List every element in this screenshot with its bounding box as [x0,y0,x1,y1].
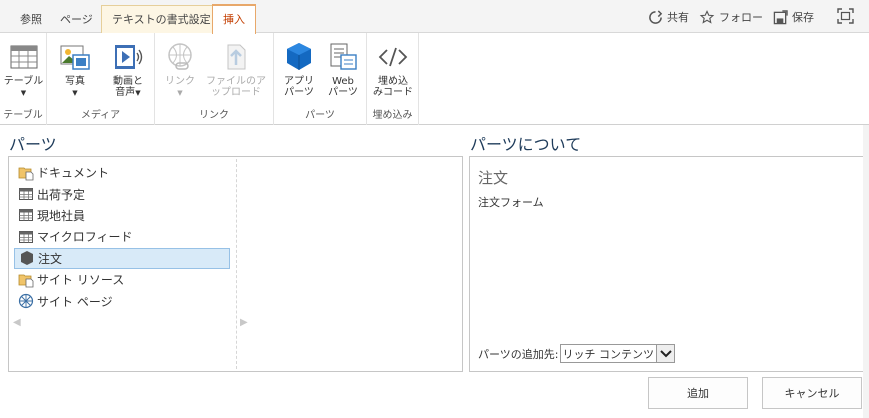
wiki-icon [18,293,34,309]
link-button-label: リンク [165,76,195,87]
chevron-down-icon: ▼ [72,89,78,97]
web-part-button[interactable]: Web パーツ [322,37,364,98]
share-label: 共有 [667,11,689,24]
part-item-label: サイト ページ [37,294,113,309]
photo-button[interactable]: 写真 ▼ [55,37,95,99]
app-part-label-2: パーツ [284,87,314,98]
part-item-orders[interactable]: 注文 [14,247,230,269]
ribbon-group-link: リンク ▼ ファイルのア ップロード リンク [155,33,274,125]
chevron-down-icon: ▼ [135,89,141,97]
scrollbar[interactable] [863,125,869,418]
part-item-label: マイクロフィード [37,230,133,245]
selected-part-name: 注文 [478,169,509,187]
list-icon [19,188,33,201]
ribbon-tab-bar: 参照 ページ テキストの書式設定 挿入 共有 フォロー 保存 [0,0,869,34]
video-audio-label-2: 音声 [115,87,136,98]
add-part-to: パーツの追加先: リッチ コンテンツ [478,344,675,363]
part-item-label: ドキュメント [37,166,110,181]
table-button-label: テーブル [3,76,44,87]
part-item-label: サイト リソース [37,273,125,288]
list-icon [19,230,33,243]
selected-part-description: 注文フォーム [478,196,544,209]
video-audio-button[interactable]: 動画と 音声▼ [105,37,151,99]
upload-file-label-2: ップロード [211,87,261,98]
part-item-field-staff[interactable]: 現地社員 [14,205,230,226]
link-button[interactable]: リンク ▼ [159,37,201,99]
video-audio-icon [115,45,143,69]
web-part-icon [330,43,357,70]
arrow-right-icon[interactable]: ▶ [240,317,248,328]
app-part-label-1: アプリ [284,76,314,87]
photo-button-label: 写真 [65,76,85,87]
upload-file-label-1: ファイルのア [206,76,266,87]
embed-code-button[interactable]: 埋め込 みコード [371,37,415,98]
follow-button[interactable]: フォロー [699,9,763,25]
ribbon-group-embed: 埋め込 みコード 埋め込み [367,33,419,125]
tab-browse[interactable]: 参照 [10,6,52,33]
focus-mode-button[interactable] [837,8,858,24]
part-item-shipping[interactable]: 出荷予定 [14,183,230,204]
part-item-site-resources[interactable]: サイト リソース [14,269,230,290]
part-item-label: 注文 [38,251,63,266]
part-item-documents[interactable]: ドキュメント [14,162,230,183]
share-icon [649,9,663,24]
app-part-button[interactable]: アプリ パーツ [278,37,320,98]
cancel-button[interactable]: キャンセル [762,377,862,409]
ribbon-group-media: 写真 ▼ 動画と 音声▼ メディア [47,33,155,125]
library-icon [18,274,34,288]
library-icon [18,167,34,181]
ribbon-group-label: テーブル [3,110,43,121]
part-item-label: 現地社員 [37,208,86,223]
ribbon: テーブル ▼ テーブル 写真 ▼ 動画と 音声▼ メディア リンク ▼ ファイル… [0,33,869,125]
part-item-site-pages[interactable]: サイト ページ [14,290,230,311]
save-icon [773,9,788,24]
tab-format-text[interactable]: テキストの書式設定 [101,5,222,33]
about-part-panel: 注文 注文フォーム パーツの追加先: リッチ コンテンツ [469,156,866,372]
add-part-to-label: パーツの追加先: [478,347,559,361]
ribbon-group-label: リンク [199,110,229,121]
tab-insert[interactable]: 挿入 [212,4,256,34]
add-part-to-select[interactable]: リッチ コンテンツ [559,344,675,363]
fullscreen-icon [837,8,854,24]
ribbon-group-label: パーツ [305,110,335,121]
save-button[interactable]: 保存 [773,9,814,25]
parts-panel: ドキュメント 出荷予定 現地社員 マイクロフィード 注文 サイト リソース サイ… [8,156,463,372]
chevron-down-icon[interactable] [656,345,674,362]
parts-title: パーツ [9,135,57,154]
share-button[interactable]: 共有 [648,9,689,25]
add-part-to-value: リッチ コンテンツ [562,347,655,361]
app-icon [21,251,33,266]
link-globe-icon [168,43,192,70]
table-icon [10,45,37,69]
app-part-icon [287,43,311,70]
list-icon [19,209,33,222]
table-button[interactable]: テーブル ▼ [2,37,45,99]
panel-divider [236,159,237,369]
part-item-microfeed[interactable]: マイクロフィード [14,226,230,247]
follow-label: フォロー [719,11,763,24]
about-part-title: パーツについて [470,135,582,154]
embed-code-icon [378,47,408,67]
embed-code-label-2: みコード [373,87,413,98]
tab-page[interactable]: ページ [50,6,103,33]
web-part-label-2: パーツ [328,87,358,98]
ribbon-group-parts: アプリ パーツ Web パーツ パーツ [274,33,367,125]
add-button[interactable]: 追加 [648,377,748,409]
parts-list: ドキュメント 出荷予定 現地社員 マイクロフィード 注文 サイト リソース サイ… [14,162,230,312]
chevron-down-icon: ▼ [177,89,183,97]
star-icon [699,9,715,24]
upload-file-button[interactable]: ファイルのア ップロード [202,37,270,98]
embed-code-label-1: 埋め込 [378,76,408,87]
chevron-down-icon: ▼ [20,89,27,97]
ribbon-group-label: メディア [80,110,121,121]
web-part-label-1: Web [332,76,354,87]
ribbon-group-label: 埋め込み [372,110,413,121]
video-audio-label-1: 動画と [113,76,143,87]
part-item-label: 出荷予定 [37,187,86,202]
photo-icon [60,45,90,70]
save-label: 保存 [792,11,814,24]
arrow-left-icon[interactable]: ◀ [13,317,21,328]
upload-file-icon [227,44,246,70]
ribbon-group-table: テーブル ▼ テーブル [0,33,47,125]
